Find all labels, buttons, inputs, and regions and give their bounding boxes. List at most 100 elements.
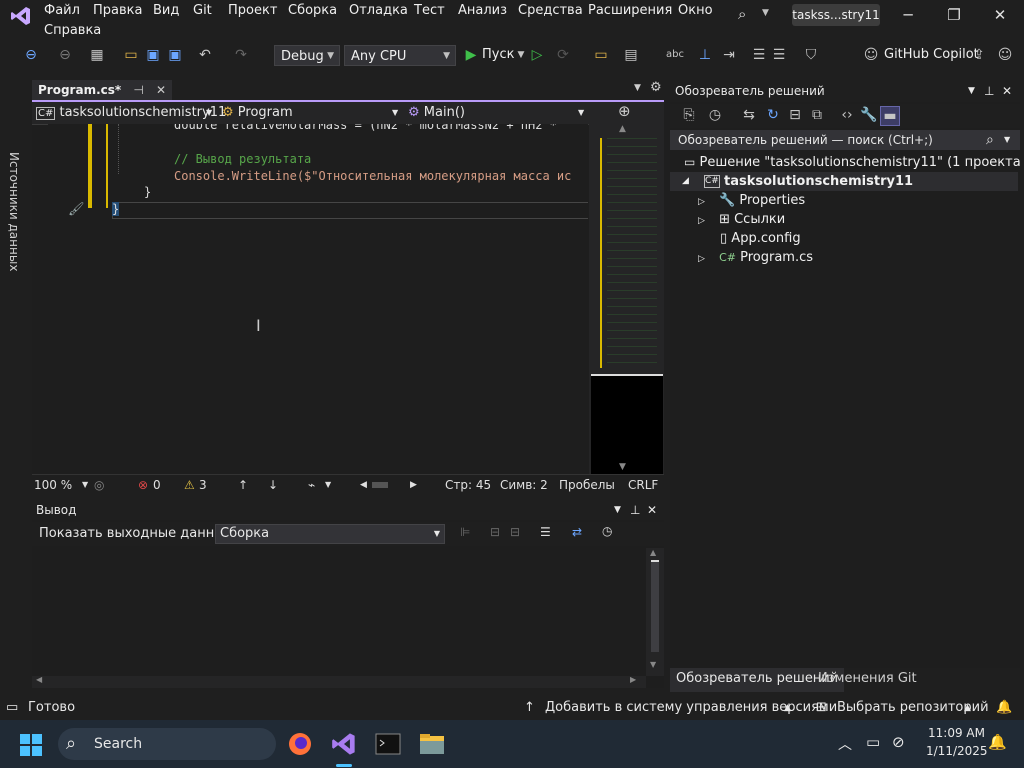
tab-program-cs[interactable]: Program.cs* ⊣ ✕ [32, 80, 173, 100]
output-horizontal-scrollbar[interactable]: ◀ ▶ [32, 675, 646, 688]
notifications-icon[interactable]: 🔔 [996, 696, 1012, 720]
quick-actions-icon[interactable]: 🖌 [68, 202, 85, 217]
minimap-viewport[interactable] [591, 374, 663, 474]
scroll-down-icon[interactable]: ▼ [650, 660, 656, 669]
horizontal-scrollbar[interactable] [372, 482, 388, 488]
code-minimap[interactable]: ▲ ▼ [589, 124, 664, 474]
menu-edit[interactable]: Правка [93, 3, 142, 18]
menu-help[interactable]: Справка [44, 23, 101, 38]
menu-extensions[interactable]: Расширения [588, 3, 672, 18]
project-nav-select[interactable]: C# tasksolutionschemistry11 ▼ [36, 104, 226, 122]
arrow-up-icon[interactable]: ↑ [238, 475, 248, 495]
menu-window[interactable]: Окно [678, 3, 713, 18]
pin-icon[interactable]: ⊣ [133, 83, 143, 97]
clock-time[interactable]: 11:09 AM [928, 726, 985, 740]
taskbar-search[interactable]: ⌕ Search [58, 728, 276, 760]
menu-tools[interactable]: Средства [518, 3, 583, 18]
code-editor[interactable]: 🖌 double relativeMolarMass = (nN2 * mola… [48, 124, 588, 474]
zoom-level[interactable]: 100 % [34, 475, 72, 495]
split-icon[interactable]: ⊕ [618, 102, 631, 120]
prev-message-icon[interactable]: ⊟ [490, 525, 500, 539]
tree-project[interactable]: ◢ C# tasksolutionschemistry11 [670, 172, 1018, 191]
scroll-left-icon[interactable]: ◀ [36, 675, 42, 684]
indent-mode[interactable]: Пробелы [559, 475, 615, 495]
platform-select[interactable]: Any CPU ▼ [344, 45, 456, 66]
chevron-down-icon[interactable]: ▼ [614, 500, 621, 520]
collapsed-icon[interactable]: ▷ [698, 216, 705, 226]
class-nav-select[interactable]: ⚙ Program ▼ [222, 104, 402, 122]
chevron-up-icon[interactable]: ▲ [784, 696, 791, 720]
scroll-right-icon[interactable]: ▶ [630, 675, 636, 684]
start-without-debug-icon[interactable]: ▷ [528, 46, 546, 64]
show-all-files-icon[interactable]: ⧉ [808, 106, 826, 124]
tree-solution[interactable]: ▭ Решение "tasksolutionschemistry11" (1 … [684, 153, 1024, 172]
chevron-down-icon[interactable]: ▼ [1004, 130, 1010, 150]
config-select[interactable]: Debug ▼ [274, 45, 340, 66]
maximize-icon[interactable]: ❐ [934, 6, 974, 28]
solution-search-input[interactable]: Обозреватель решений — поиск (Ctrl+;) ⌕ … [670, 130, 1020, 150]
hot-reload-icon[interactable]: ⟳ [554, 46, 572, 64]
scroll-up-icon[interactable]: ▲ [619, 124, 626, 134]
chevron-up-icon[interactable]: ︿ [838, 734, 852, 754]
menu-project[interactable]: Проект [228, 3, 277, 18]
play-icon[interactable]: ▶ [462, 46, 480, 64]
copilot-button[interactable]: GitHub Copilot [884, 47, 979, 62]
output-text-area[interactable] [32, 548, 646, 676]
find-message-icon[interactable]: ⊫ [460, 525, 470, 539]
next-message-icon[interactable]: ⊟ [510, 525, 520, 539]
nav-back-icon[interactable]: ⊖ [22, 46, 40, 64]
menu-view[interactable]: Вид [153, 3, 179, 18]
warning-icon[interactable]: ⚠ [184, 475, 195, 495]
nav-forward-icon[interactable]: ⊖ [56, 46, 74, 64]
menu-debug[interactable]: Отладка [349, 3, 408, 18]
collapsed-icon[interactable]: ▷ [698, 197, 705, 207]
properties-wrench-icon[interactable]: 🔧 [860, 106, 878, 124]
network-icon[interactable]: ▭ [866, 733, 880, 751]
line-ending[interactable]: CRLF [628, 475, 658, 495]
open-folder-icon[interactable]: ▭ [122, 46, 140, 64]
windows-start-icon[interactable] [20, 734, 42, 756]
visual-studio-icon[interactable] [328, 728, 360, 760]
copilot-icon[interactable]: ☺ [862, 46, 880, 64]
new-project-icon[interactable]: ▦ [88, 46, 106, 64]
share-icon[interactable]: ⇪ [970, 46, 988, 64]
pin-icon[interactable]: ⊥ [630, 500, 640, 520]
clear-all-icon[interactable]: ☰ [540, 525, 551, 539]
expanded-icon[interactable]: ◢ [682, 172, 689, 191]
collapsed-icon[interactable]: ▷ [698, 254, 705, 264]
search-icon[interactable]: ⌕ [738, 5, 746, 23]
comment-icon[interactable]: ☰ [750, 46, 768, 64]
feedback-icon[interactable]: ☺ [996, 46, 1014, 64]
data-sources-tab[interactable]: Источники данных [7, 152, 21, 271]
chevron-down-icon[interactable]: ▼ [634, 83, 641, 93]
output-vertical-scrollbar[interactable]: ▲ ▼ [646, 548, 664, 676]
redo-icon[interactable]: ↷ [232, 46, 250, 64]
output-source-select[interactable]: Сборка ▼ [215, 524, 445, 544]
clock-date[interactable]: 1/11/2025 [926, 744, 988, 758]
volume-muted-icon[interactable]: ⊘ [892, 733, 905, 751]
search-icon[interactable]: ⌕ [986, 130, 994, 150]
bookmark-icon[interactable]: ⛉ [802, 46, 820, 64]
chevron-down-icon[interactable]: ▼ [762, 8, 769, 18]
scroll-up-icon[interactable]: ▲ [650, 548, 656, 557]
format-icon[interactable]: ⇥ [720, 46, 738, 64]
close-icon[interactable]: ✕ [156, 83, 166, 97]
close-icon[interactable]: ✕ [1002, 80, 1012, 102]
word-wrap-icon[interactable]: ⇄ [572, 525, 582, 539]
scrollbar-thumb[interactable] [651, 560, 659, 652]
menu-analyze[interactable]: Анализ [458, 3, 507, 18]
close-icon[interactable]: ✕ [980, 6, 1020, 28]
sync-icon[interactable]: ⇆ [740, 106, 758, 124]
scroll-left-icon[interactable]: ◀ [360, 475, 367, 495]
code-view-icon[interactable]: ‹› [838, 106, 856, 124]
chevron-down-icon[interactable]: ▼ [325, 475, 331, 495]
tree-item-properties[interactable]: ▷ 🔧 Properties [698, 191, 805, 210]
cleanup-icon[interactable]: ⌁ [308, 475, 315, 495]
copilot-status-icon[interactable]: ◎ [94, 475, 104, 495]
uncomment-icon[interactable]: ☰ [770, 46, 788, 64]
refresh-icon[interactable]: ↻ [764, 106, 782, 124]
pin-icon[interactable]: ⊥ [984, 80, 994, 102]
menu-file[interactable]: Файл [44, 3, 80, 18]
menu-build[interactable]: Сборка [288, 3, 337, 18]
solution-title-badge[interactable]: taskss...stry11 [792, 4, 880, 26]
